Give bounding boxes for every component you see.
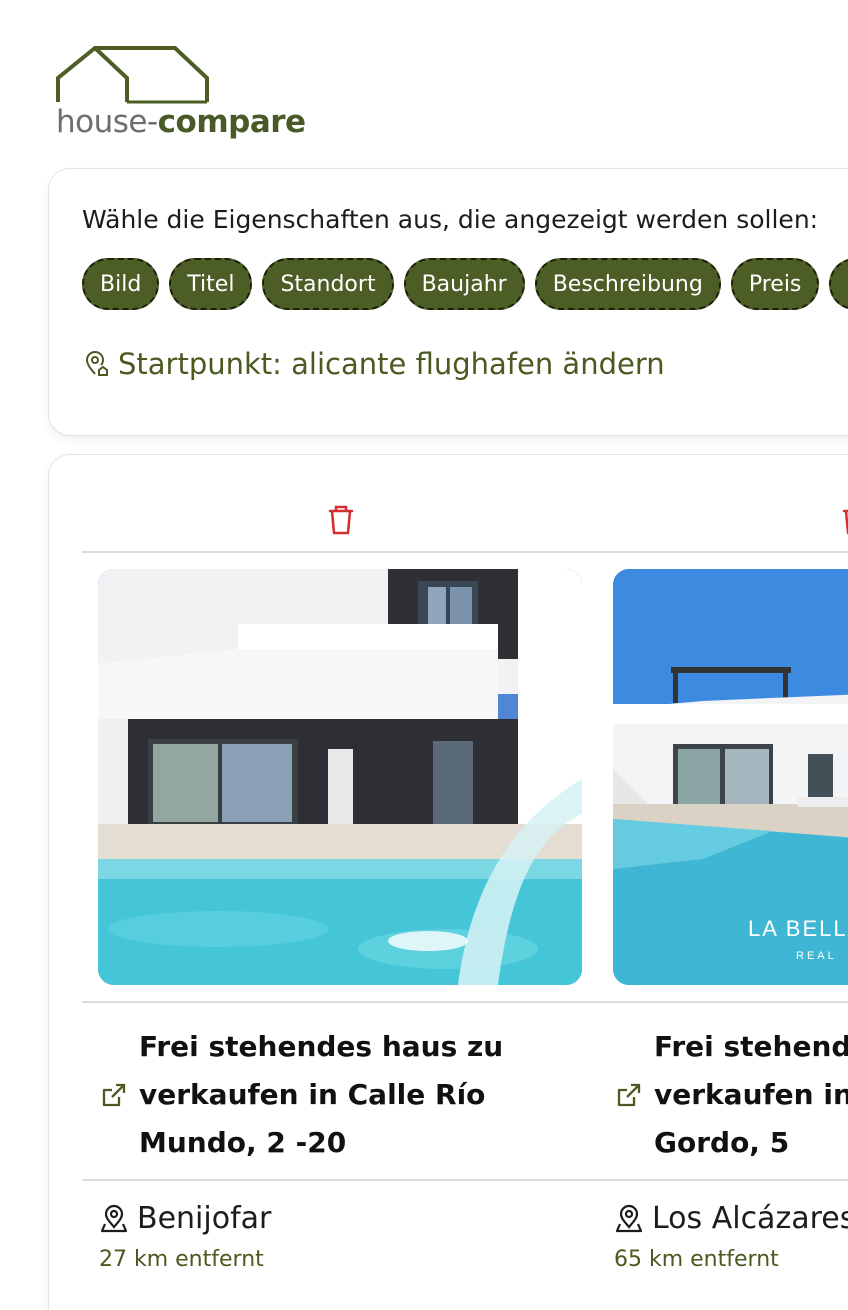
listing-1-title: Frei stehendes haus zu verkaufen in Call… [139,1030,504,1159]
external-link-icon [617,1083,641,1107]
listing-1-location-text: Benijofar [137,1201,272,1236]
listing-1-location: Benijofar [99,1201,271,1236]
divider [82,1001,848,1003]
logo[interactable]: house-compare [55,44,315,144]
map-pin-icon [615,1204,643,1232]
logo-house-icon [56,46,209,104]
delete-listing-2-trash-icon[interactable] [840,503,848,537]
listing-2-watermark: LA BELLA [748,916,848,941]
divider [82,551,848,553]
chip-beschreibung[interactable]: Beschreibung [534,258,721,310]
settings-prompt: Wähle die Eigenschaften aus, die angezei… [82,205,819,234]
listing-2-title: Frei stehendes haus zu verkaufen in Call… [654,1030,848,1159]
property-chip-list: Bild Titel Standort Baujahr Beschreibung… [82,258,848,310]
page: house-compare Wähle die Eigenschaften au… [0,0,848,1310]
chip-wohnflaeche[interactable]: Wohnfläche [829,258,848,310]
listing-2-photo[interactable]: LA BELLA REAL [613,569,848,985]
listing-2-distance: 65 km entfernt [614,1247,779,1272]
chip-baujahr[interactable]: Baujahr [403,258,525,310]
start-point-link[interactable]: Startpunkt: alicante flughafen ändern [82,347,665,381]
listing-2-title-row[interactable]: Frei stehendes haus zu verkaufen in Call… [614,1023,848,1167]
external-link-icon [102,1083,126,1107]
logo-text-part2: compare [157,104,306,140]
delete-listing-1-trash-icon[interactable] [326,503,356,537]
listing-2-location-text: Los Alcázares [652,1201,848,1236]
chip-preis[interactable]: Preis [730,258,820,310]
divider [82,1179,848,1181]
listing-2-watermark-sub: REAL [796,950,837,962]
listing-1-photo[interactable] [98,569,582,985]
location-home-icon [85,351,108,376]
logo-wordmark: house-compare [56,104,306,140]
chip-titel[interactable]: Titel [169,258,253,310]
chip-bild[interactable]: Bild [82,258,160,310]
property-settings-card: Wähle die Eigenschaften aus, die angezei… [48,168,848,436]
listing-1-distance: 27 km entfernt [99,1247,264,1272]
start-point-text: Startpunkt: alicante flughafen ändern [118,347,665,381]
listing-1-title-row[interactable]: Frei stehendes haus zu verkaufen in Call… [99,1023,519,1167]
logo-text-part1: house- [56,104,158,140]
comparison-card: LA BELLA REAL Frei stehendes haus zu ver… [48,454,848,1310]
listing-2-location: Los Alcázares [614,1201,848,1236]
map-pin-icon [100,1204,128,1232]
chip-standort[interactable]: Standort [262,258,394,310]
